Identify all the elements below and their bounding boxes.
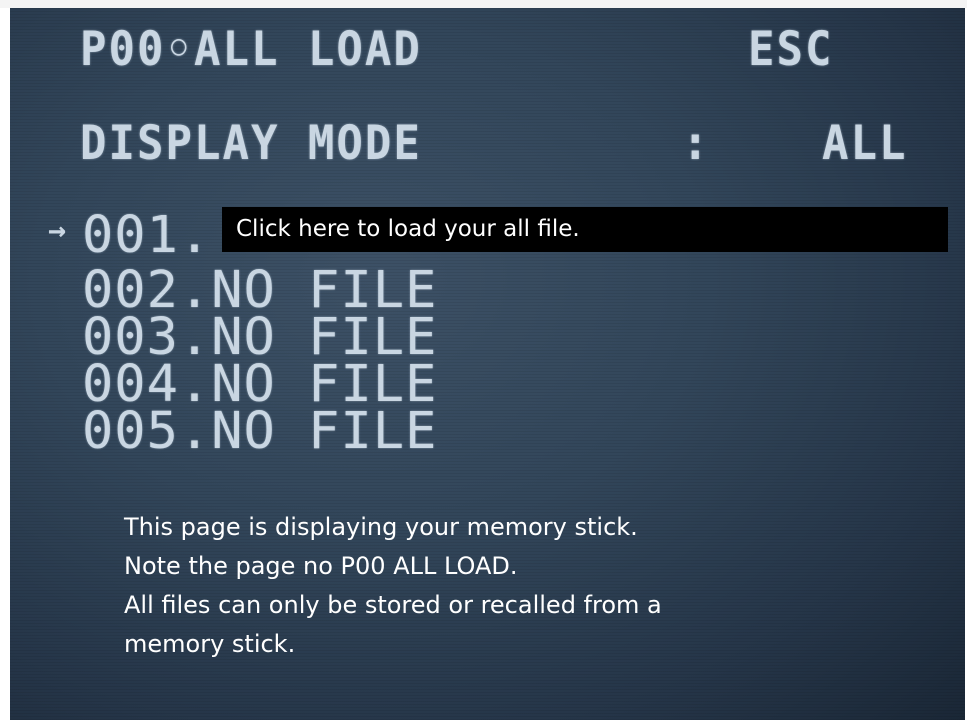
caption-line: Note the page no P00 ALL LOAD. bbox=[124, 552, 518, 580]
caption-line: This page is displaying your memory stic… bbox=[124, 513, 638, 541]
selection-arrow-icon: → bbox=[48, 213, 67, 248]
page-title: P00◦ALL LOAD bbox=[80, 21, 422, 77]
caption-line: All files can only be stored or recalled… bbox=[124, 591, 662, 619]
caption-line: memory stick. bbox=[124, 630, 296, 658]
esc-button[interactable]: ESC bbox=[748, 25, 833, 74]
display-mode-separator: : bbox=[682, 115, 711, 171]
file-item-label: 001. bbox=[82, 206, 212, 265]
file-item-label: 005.NO FILE bbox=[82, 402, 438, 461]
instruction-caption: This page is displaying your memory stic… bbox=[124, 508, 924, 664]
osd-screen: P00◦ALL LOAD ESC DISPLAY MODE : ALL → 00… bbox=[10, 8, 965, 720]
load-all-tooltip: Click here to load your all file. bbox=[222, 207, 948, 252]
monitor-bezel bbox=[0, 0, 967, 8]
display-mode-value[interactable]: ALL bbox=[822, 119, 907, 168]
display-mode-label: DISPLAY MODE bbox=[80, 115, 422, 171]
